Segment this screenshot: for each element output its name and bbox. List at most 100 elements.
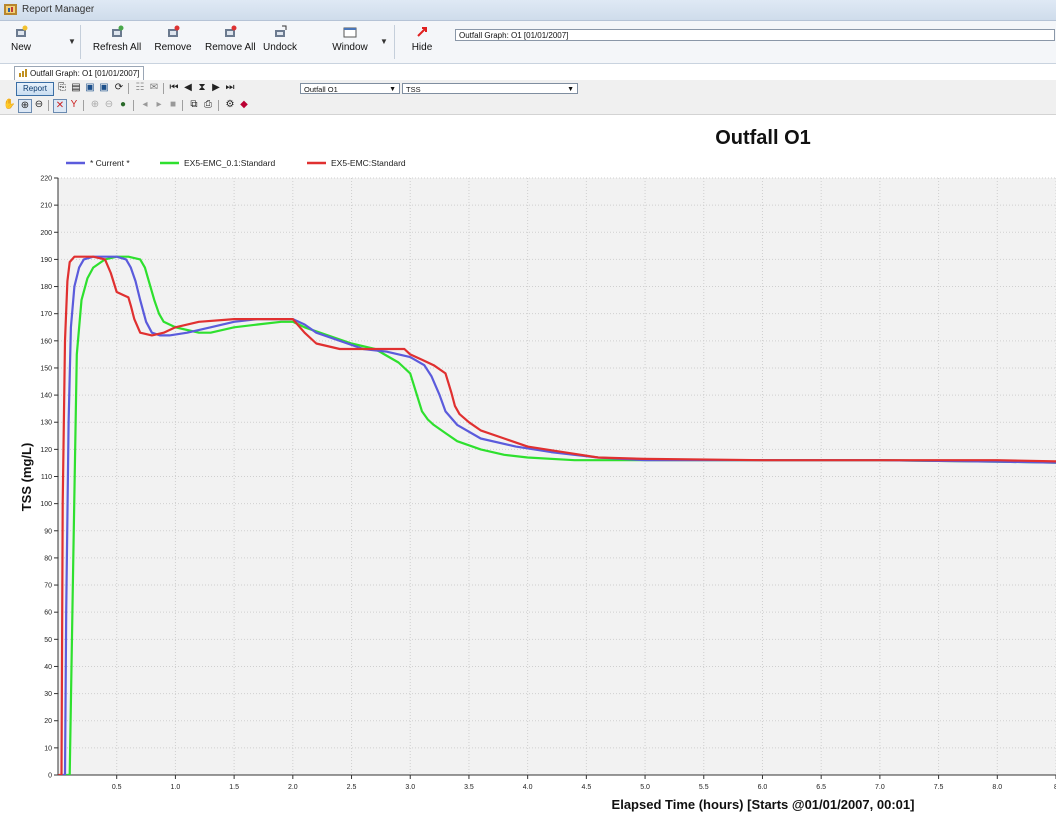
graph-toolbar: ✋ ⊕ ⊖ ✕ Y ⊕ ⊖ ● ◂ ▸ ■ ⧉ ⎙ ⚙ ◆ <box>0 97 1056 115</box>
mail-icon[interactable]: ✉ <box>148 82 160 94</box>
x-tick-labels: 0.5 1.0 1.5 2.0 2.5 3.0 3.5 4.0 4.5 5.0 5.5 6.0 6.5 7… <box>112 784 1056 791</box>
chart-legend: * Current * EX5-EMC_0.1:Standard EX5-EMC:S… <box>66 158 406 168</box>
y-tick-label: 150 <box>40 365 52 372</box>
x-axis-label: Elapsed Time (hours) [Starts @01/01/2007… <box>612 797 915 812</box>
last-icon[interactable]: ⏭ <box>224 82 236 94</box>
y-tick-label: 100 <box>40 501 52 508</box>
hide-icon <box>417 27 427 37</box>
report-button[interactable]: Report <box>16 82 54 96</box>
remove-icon <box>168 25 180 37</box>
y-tick-label: 140 <box>40 393 52 400</box>
previous-icon[interactable]: ◀ <box>182 82 194 94</box>
toolbar-separator <box>218 100 219 111</box>
location-combo[interactable]: Outfall O1 ▼ <box>300 83 400 94</box>
properties-icon[interactable]: ⚙ <box>224 99 236 111</box>
x-tick-label: 8.0 <box>992 784 1002 791</box>
x-tick-label: 3.0 <box>405 784 415 791</box>
y-tick-label: 0 <box>48 773 52 780</box>
graph-selector[interactable]: Outfall Graph: O1 [01/01/2007] <box>455 29 1055 41</box>
tss-chart: 0 10 20 30 40 50 60 70 80 90 100 110 120 130 140 150 160… <box>19 127 1056 812</box>
step-back-icon[interactable]: ◂ <box>139 99 151 111</box>
tab-outfall-graph[interactable]: Outfall Graph: O1 [01/01/2007] <box>14 66 145 80</box>
save-as-icon[interactable]: ▣ <box>98 82 110 94</box>
ribbon-separator <box>80 25 81 59</box>
print-icon[interactable]: ⎙ <box>202 99 214 111</box>
zoom-x-icon[interactable]: ✕ <box>53 99 67 113</box>
window-title: Report Manager <box>22 4 95 15</box>
chart-area: 0 10 20 30 40 50 60 70 80 90 100 110 120 130 140 150 160… <box>0 115 1056 816</box>
x-tick-label: 7.5 <box>934 784 944 791</box>
title-bar: Report Manager <box>0 0 1056 21</box>
report-toolbar: Report ⎘ ▤ ▣ ▣ ⟳ ☷ ✉ ⏮ ◀ ⧗ ▶ ⏭ Outfall O… <box>0 80 1056 97</box>
undock-button[interactable]: Undock <box>262 23 298 61</box>
toolbar-separator <box>133 100 134 111</box>
zoom-in-icon[interactable]: ⊕ <box>18 99 32 113</box>
stop-icon[interactable]: ■ <box>167 99 179 111</box>
x-tick-label: 5.0 <box>640 784 650 791</box>
globe-icon[interactable]: ● <box>117 99 129 111</box>
x-tick-label: 2.0 <box>288 784 298 791</box>
table-view-icon[interactable]: ☷ <box>134 82 146 94</box>
legend-label: EX5-EMC:Standard <box>331 158 406 168</box>
y-tick-labels: 0 10 20 30 40 50 60 70 80 90 100 110 120 130 140 150 160… <box>40 176 52 780</box>
first-icon[interactable]: ⏮ <box>168 82 180 94</box>
y-tick-label: 120 <box>40 447 52 454</box>
hourglass-icon[interactable]: ⧗ <box>196 82 208 94</box>
new-button[interactable]: New <box>4 23 38 61</box>
play-icon[interactable]: ▸ <box>153 99 165 111</box>
remove-all-button[interactable]: Remove All <box>205 23 256 61</box>
pan-hand-icon[interactable]: ✋ <box>3 99 15 111</box>
y-tick-label: 30 <box>44 691 52 698</box>
ribbon-toolbar: New ▼ Refresh All Remove Remove All Undo… <box>0 21 1056 64</box>
x-tick-label: 7.0 <box>875 784 885 791</box>
remove-all-icon <box>225 25 237 37</box>
y-tick-label: 130 <box>40 420 52 427</box>
y-tick-label: 170 <box>40 311 52 318</box>
x-tick-label: 4.0 <box>523 784 533 791</box>
refresh-icon[interactable]: ⟳ <box>113 82 125 94</box>
y-tick-label: 20 <box>44 718 52 725</box>
toolbar-separator <box>163 83 164 94</box>
y-tick-label: 50 <box>44 637 52 644</box>
y-tick-label: 180 <box>40 284 52 291</box>
y-tick-label: 70 <box>44 583 52 590</box>
x-tick-label: 1.0 <box>171 784 181 791</box>
report-manager-icon <box>4 4 17 15</box>
palette-icon[interactable]: ◆ <box>238 99 250 111</box>
parameter-combo[interactable]: TSS ▼ <box>402 83 578 94</box>
y-tick-label: 10 <box>44 745 52 752</box>
zoom-in-disabled-icon[interactable]: ⊕ <box>89 99 101 111</box>
zoom-out-icon[interactable]: ⊖ <box>33 99 45 111</box>
toolbar-separator <box>83 100 84 111</box>
zoom-out-disabled-icon[interactable]: ⊖ <box>103 99 115 111</box>
window-dropdown-arrow[interactable]: ▼ <box>380 37 388 46</box>
new-dropdown-arrow[interactable]: ▼ <box>68 37 76 46</box>
x-tick-label: 2.5 <box>347 784 357 791</box>
y-tick-label: 110 <box>41 474 52 481</box>
zoom-y-icon[interactable]: Y <box>68 99 80 111</box>
x-tick-label: 4.5 <box>581 784 591 791</box>
hide-button[interactable]: Hide <box>404 23 440 61</box>
y-tick-label: 160 <box>40 338 52 345</box>
window-icon <box>343 27 357 38</box>
toolbar-separator <box>182 100 183 111</box>
window-button[interactable]: Window <box>330 23 370 61</box>
export-icon[interactable]: ▤ <box>70 82 82 94</box>
x-tick-label: 6.5 <box>816 784 826 791</box>
next-icon[interactable]: ▶ <box>210 82 222 94</box>
copy-icon[interactable]: ⧉ <box>188 99 200 111</box>
save-icon[interactable]: ▣ <box>84 82 96 94</box>
x-tick-label: 6.0 <box>758 784 768 791</box>
undock-icon <box>275 25 287 37</box>
legend-label: EX5-EMC_0.1:Standard <box>184 158 275 168</box>
location-value: Outfall O1 <box>304 85 338 94</box>
y-tick-label: 80 <box>44 555 52 562</box>
copy-graph-icon[interactable]: ⎘ <box>56 82 68 94</box>
chevron-down-icon: ▼ <box>567 86 574 93</box>
parameter-value: TSS <box>406 85 421 94</box>
refresh-all-button[interactable]: Refresh All <box>90 23 144 61</box>
remove-button[interactable]: Remove <box>154 23 192 61</box>
toolbar-separator <box>48 100 49 111</box>
chart-icon <box>19 69 27 77</box>
y-axis-label: TSS (mg/L) <box>19 443 34 512</box>
